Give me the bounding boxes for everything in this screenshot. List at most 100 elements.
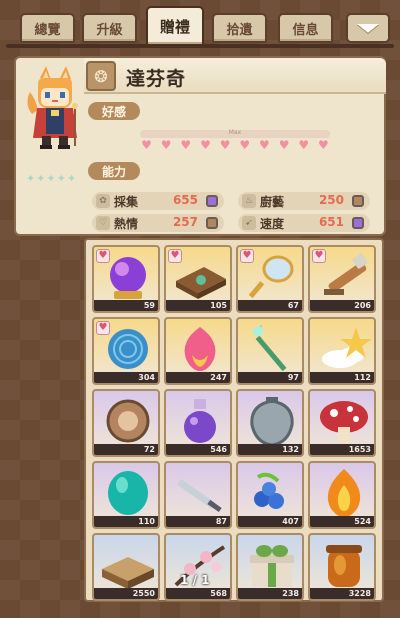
- heart-icon: ♥: [259, 138, 270, 152]
- affection-hearts: ♥ ♥ ♥ ♥ ♥ ♥ ♥ ♥ ♥ ♥: [140, 138, 330, 152]
- stat-cooking: ♨ 廚藝 250: [238, 192, 370, 210]
- favorite-heart-icon: ♥: [312, 249, 326, 263]
- character-portrait[interactable]: [20, 62, 90, 222]
- item-count: 206: [310, 300, 374, 311]
- gift-item[interactable]: ♥ 105: [164, 245, 232, 313]
- gem-icon: [206, 195, 218, 207]
- stat-value: 651: [318, 215, 344, 229]
- affection-bar: Max: [140, 129, 330, 138]
- item-count: 2550: [94, 588, 158, 599]
- stat-value: 250: [318, 193, 344, 207]
- heart-icon: ♥: [141, 138, 152, 152]
- cooking-icon: ♨: [242, 194, 256, 208]
- heart-icon: ♥: [298, 138, 310, 152]
- green-scepter-icon: [253, 325, 287, 372]
- favorite-heart-icon: ♥: [240, 249, 254, 263]
- stat-speed: ➹ 速度 651: [238, 214, 370, 232]
- item-count: 1653: [310, 444, 374, 455]
- gift-item[interactable]: 110: [92, 461, 160, 529]
- gift-item[interactable]: 546: [164, 389, 232, 457]
- gift-item[interactable]: 568: [164, 533, 232, 601]
- stat-label: 熱情: [114, 217, 139, 231]
- item-count: 59: [94, 300, 158, 311]
- heart-icon: ♥: [180, 138, 192, 152]
- stat-label: 速度: [260, 217, 285, 231]
- item-count: 87: [166, 516, 230, 527]
- gem-icon: [352, 195, 364, 207]
- gift-item[interactable]: ♥ 59: [92, 245, 160, 313]
- gift-item[interactable]: 3228: [308, 533, 376, 601]
- stat-value: 257: [172, 215, 198, 229]
- dropdown-toggle-button[interactable]: [346, 13, 390, 43]
- gem-icon: [206, 217, 218, 229]
- wooden-token-icon: [106, 399, 150, 443]
- element-emblem-icon: ❂: [86, 61, 116, 91]
- stat-value: 655: [172, 193, 198, 207]
- item-count: 546: [166, 444, 230, 455]
- gift-item[interactable]: 247: [164, 317, 232, 385]
- tab-overview[interactable]: 總覽: [20, 13, 75, 43]
- tab-info[interactable]: 信息: [278, 13, 333, 43]
- item-count: 304: [94, 372, 158, 383]
- name-bar: ❂ 達芬奇: [84, 58, 386, 94]
- gift-item[interactable]: 72: [92, 389, 160, 457]
- item-count: 3228: [310, 588, 374, 599]
- heart-icon: ♥: [318, 138, 329, 152]
- tab-collect[interactable]: 拾遺: [212, 13, 267, 43]
- passion-icon: ♡: [96, 216, 110, 230]
- gift-item[interactable]: 97: [236, 317, 304, 385]
- flame-gem-icon: [327, 469, 361, 517]
- heart-icon: ♥: [200, 138, 211, 152]
- gift-item[interactable]: ♥ 206: [308, 245, 376, 313]
- gift-item[interactable]: ♥ 67: [236, 245, 304, 313]
- red-mushroom-icon: [320, 401, 368, 443]
- affection-max-text: Max: [228, 129, 242, 136]
- gathering-icon: ✿: [96, 194, 110, 208]
- star-rating: ✦✦✦✦✦: [26, 172, 78, 185]
- gift-box-icon: [250, 545, 294, 587]
- tab-gifts[interactable]: 贈禮: [146, 6, 204, 46]
- gift-item[interactable]: 112: [308, 317, 376, 385]
- item-count: 568: [166, 588, 230, 599]
- gift-item[interactable]: 2550: [92, 533, 160, 601]
- item-count: 110: [94, 516, 158, 527]
- character-panel: ✦✦✦✦✦ ❂ 達芬奇 好感 Max ♥ ♥ ♥ ♥ ♥ ♥ ♥ ♥ ♥ ♥ 能力 ✿ 採集 65…: [14, 56, 386, 236]
- gift-item[interactable]: 407: [236, 461, 304, 529]
- gift-item[interactable]: 132: [236, 389, 304, 457]
- heart-icon: ♥: [219, 138, 231, 152]
- stat-passion: ♡ 熱情 257: [92, 214, 224, 232]
- gift-item[interactable]: 87: [164, 461, 232, 529]
- favorite-heart-icon: ♥: [96, 321, 110, 335]
- stat-gathering: ✿ 採集 655: [92, 192, 224, 210]
- heart-icon: ♥: [239, 138, 251, 152]
- gift-item[interactable]: 1653: [308, 389, 376, 457]
- peach-gem-icon: [184, 327, 216, 371]
- blue-berries-icon: [254, 472, 284, 509]
- item-count: 407: [238, 516, 302, 527]
- teal-egg-icon: [108, 471, 148, 515]
- character-name: 達芬奇: [126, 68, 187, 90]
- tab-bar: 總覽 升級 贈禮 拾遺 信息: [0, 0, 400, 52]
- item-count: 247: [166, 372, 230, 383]
- favorite-heart-icon: ♥: [168, 249, 182, 263]
- silver-locket-icon: [250, 397, 294, 447]
- purple-potion-icon: [184, 399, 216, 443]
- item-count: 105: [166, 300, 230, 311]
- sand-box-icon: [102, 557, 154, 589]
- affection-label: 好感: [88, 102, 141, 120]
- gem-icon: [352, 217, 364, 229]
- gift-item[interactable]: 524: [308, 461, 376, 529]
- heart-icon: ♥: [278, 138, 290, 152]
- tab-upgrade[interactable]: 升級: [82, 13, 137, 43]
- stat-label: 採集: [114, 195, 139, 209]
- gift-item[interactable]: 238: [236, 533, 304, 601]
- honey-jar-icon: [326, 545, 362, 587]
- abilities-label: 能力: [88, 162, 141, 180]
- item-count: 72: [94, 444, 158, 455]
- favorite-heart-icon: ♥: [96, 249, 110, 263]
- page-indicator: 1 / 1: [180, 573, 210, 587]
- item-count: 524: [310, 516, 374, 527]
- gift-item[interactable]: ♥ 304: [92, 317, 160, 385]
- steel-sword-icon: [177, 479, 222, 513]
- chevron-down-icon: [357, 23, 379, 33]
